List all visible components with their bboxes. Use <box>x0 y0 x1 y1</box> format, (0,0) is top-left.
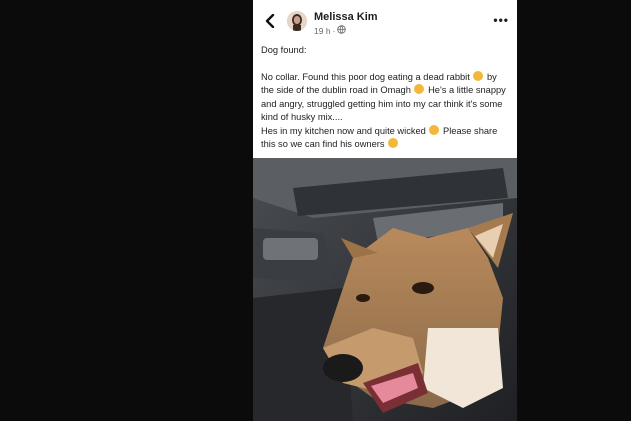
post-photo[interactable] <box>253 158 517 421</box>
post-body: Dog found: No collar. Found this poor do… <box>253 40 517 152</box>
post-paragraph-2: Hes in my kitchen now and quite wicked P… <box>261 124 498 149</box>
more-options-icon[interactable]: ••• <box>493 14 509 26</box>
monkey-emoji-icon <box>473 70 484 81</box>
post-meta: 19 h · <box>314 25 347 36</box>
monkey-emoji-icon <box>429 124 440 135</box>
sad-face-emoji-icon <box>388 138 399 148</box>
back-arrow-icon[interactable] <box>261 12 279 30</box>
facebook-post: Melissa Kim 19 h · ••• Dog found: No col… <box>253 0 517 421</box>
meta-separator: · <box>332 25 336 36</box>
post-time[interactable]: 19 h <box>314 26 331 36</box>
globe-icon <box>337 25 347 36</box>
post-title: Dog found: <box>261 45 307 55</box>
post-header: Melissa Kim 19 h · ••• <box>253 0 517 40</box>
avatar[interactable] <box>287 11 307 31</box>
author-name[interactable]: Melissa Kim <box>314 11 378 23</box>
post-paragraph-1: No collar. Found this poor dog eating a … <box>261 70 506 122</box>
sad-face-emoji-icon <box>414 84 425 94</box>
